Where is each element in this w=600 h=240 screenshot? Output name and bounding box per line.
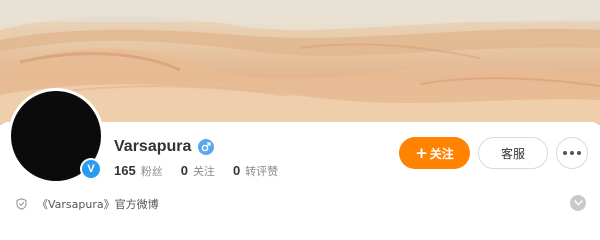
stat-value: 0 [232, 163, 241, 178]
stat-value: 0 [180, 163, 188, 178]
stat-label: 关注 [192, 165, 215, 178]
plus-icon: + [415, 143, 428, 162]
stat-interactions[interactable]: 0 转评赞 [233, 163, 278, 179]
follow-button[interactable]: + 关注 [399, 137, 470, 169]
verified-badge: V [80, 158, 102, 180]
stat-label: 粉丝 [140, 165, 163, 178]
stat-label: 转评赞 [245, 165, 279, 178]
shield-icon [16, 198, 27, 210]
customer-service-button[interactable]: 客服 [478, 137, 548, 169]
more-dots-icon [570, 151, 574, 155]
customer-service-label: 客服 [500, 146, 525, 161]
more-dots-icon [577, 151, 581, 155]
stat-following[interactable]: 0 关注 [181, 163, 215, 179]
name-row: Varsapura [114, 138, 215, 156]
avatar-container[interactable]: V [8, 88, 104, 184]
chevron-down-icon [573, 200, 583, 206]
more-dots-icon [563, 151, 567, 155]
male-icon [198, 139, 215, 155]
description-text: 《Varsapura》官方微博 [37, 198, 159, 211]
profile-name[interactable]: Varsapura [114, 138, 191, 156]
male-symbol [202, 142, 212, 152]
more-button[interactable] [556, 137, 588, 169]
profile-stats: 165 粉丝 0 关注 0 转评赞 [114, 163, 278, 179]
profile-description: 《Varsapura》官方微博 [16, 196, 159, 212]
stat-value: 165 [114, 163, 136, 178]
expand-button[interactable] [570, 195, 586, 211]
follow-button-label: 关注 [429, 146, 454, 161]
verified-v-icon: V [82, 160, 100, 178]
stat-followers[interactable]: 165 粉丝 [114, 163, 163, 179]
